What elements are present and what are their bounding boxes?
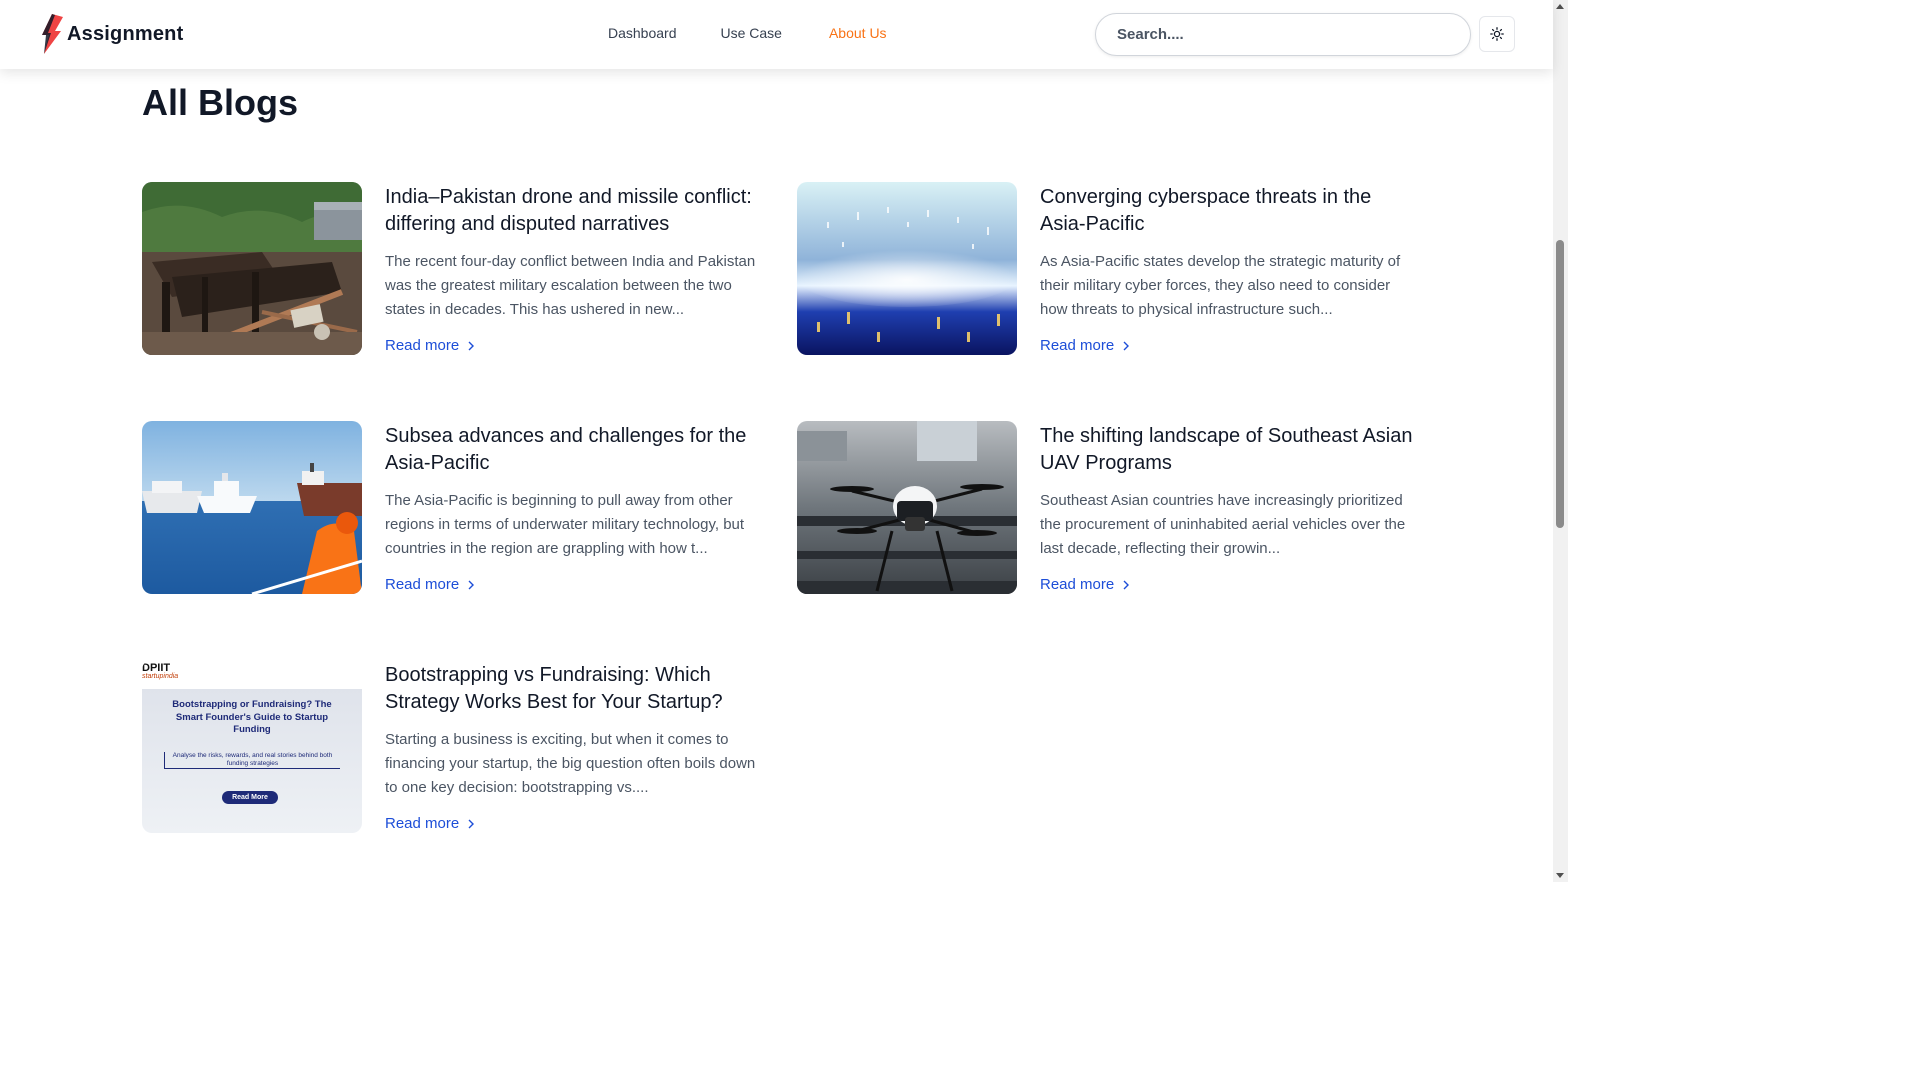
blog-excerpt: Southeast Asian countries have increasin… bbox=[1040, 492, 1406, 557]
top-navbar: Assignment Dashboard Use Case About Us bbox=[0, 0, 1553, 69]
blog-card: Subsea advances and challenges for the A… bbox=[142, 421, 762, 594]
read-more-label: Read more bbox=[385, 337, 460, 354]
scrollbar-thumb[interactable] bbox=[1556, 240, 1564, 528]
blog-title[interactable]: Converging cyberspace threats in the Asi… bbox=[1040, 184, 1420, 238]
digital-tunnel-photo[interactable] bbox=[797, 182, 1017, 355]
page-title: All Blogs bbox=[142, 82, 299, 123]
read-more-label: Read more bbox=[1040, 576, 1115, 593]
blog-title[interactable]: Bootstrapping vs Fundraising: Which Stra… bbox=[385, 662, 765, 716]
blog-excerpt: Starting a business is exciting, but whe… bbox=[385, 731, 756, 796]
scroll-down-arrow-icon[interactable] bbox=[1556, 873, 1564, 878]
startupindia-badge: startupindia bbox=[142, 673, 179, 680]
read-more-label: Read more bbox=[385, 815, 460, 832]
blog-card: The shifting landscape of Southeast Asia… bbox=[797, 421, 1417, 594]
page: Assignment Dashboard Use Case About Us A… bbox=[0, 0, 1568, 882]
blog-card: Converging cyberspace threats in the Asi… bbox=[797, 182, 1417, 355]
vertical-scrollbar[interactable] bbox=[1553, 0, 1568, 882]
blog-card: DPIIT startupindia Bootstrapping or Fund… bbox=[142, 660, 762, 833]
nav-item-about-us[interactable]: About Us bbox=[829, 25, 887, 41]
theme-toggle-button[interactable] bbox=[1479, 16, 1515, 52]
read-more-label: Read more bbox=[1040, 337, 1115, 354]
read-more-label: Read more bbox=[385, 576, 460, 593]
chevron-right-icon bbox=[1123, 580, 1130, 589]
read-more-link[interactable]: Read more bbox=[1040, 337, 1130, 354]
blog-excerpt: As Asia-Pacific states develop the strat… bbox=[1040, 253, 1401, 318]
blog-card: India–Pakistan drone and missile conflic… bbox=[142, 182, 762, 355]
destroyed-building-photo[interactable] bbox=[142, 182, 362, 355]
drone-photo[interactable] bbox=[797, 421, 1017, 594]
banner-panel: Bootstrapping or Fundraising? The Smart … bbox=[142, 689, 362, 833]
search-input[interactable] bbox=[1096, 14, 1470, 55]
ships-at-sea-photo[interactable] bbox=[142, 421, 362, 594]
chevron-right-icon bbox=[468, 819, 475, 828]
blog-title[interactable]: Subsea advances and challenges for the A… bbox=[385, 423, 765, 477]
read-more-link[interactable]: Read more bbox=[1040, 576, 1130, 593]
chevron-right-icon bbox=[468, 580, 475, 589]
brand-logo[interactable]: Assignment bbox=[38, 14, 183, 54]
blog-excerpt: The recent four-day conflict between Ind… bbox=[385, 253, 756, 318]
banner-heading: Bootstrapping or Fundraising? The Smart … bbox=[172, 699, 332, 735]
read-more-link[interactable]: Read more bbox=[385, 576, 475, 593]
nav-item-dashboard[interactable]: Dashboard bbox=[608, 25, 677, 41]
blog-title[interactable]: India–Pakistan drone and missile conflic… bbox=[385, 184, 765, 238]
lightning-bolt-icon bbox=[42, 14, 63, 54]
coin-stacks-illustration bbox=[355, 829, 362, 833]
startup-funding-banner[interactable]: DPIIT startupindia Bootstrapping or Fund… bbox=[142, 660, 362, 833]
blog-title[interactable]: The shifting landscape of Southeast Asia… bbox=[1040, 423, 1420, 477]
banner-read-more-button: Read More bbox=[222, 791, 278, 804]
sun-icon bbox=[1490, 27, 1504, 41]
chevron-right-icon bbox=[468, 341, 475, 350]
brand-name: Assignment bbox=[67, 22, 184, 45]
read-more-link[interactable]: Read more bbox=[385, 337, 475, 354]
search-box bbox=[1095, 13, 1471, 56]
main-nav: Dashboard Use Case About Us bbox=[608, 25, 887, 41]
scroll-up-arrow-icon[interactable] bbox=[1556, 4, 1564, 9]
chevron-right-icon bbox=[1123, 341, 1130, 350]
nav-item-use-case[interactable]: Use Case bbox=[721, 25, 782, 41]
blog-excerpt: The Asia-Pacific is beginning to pull aw… bbox=[385, 492, 745, 557]
read-more-link[interactable]: Read more bbox=[385, 815, 475, 832]
